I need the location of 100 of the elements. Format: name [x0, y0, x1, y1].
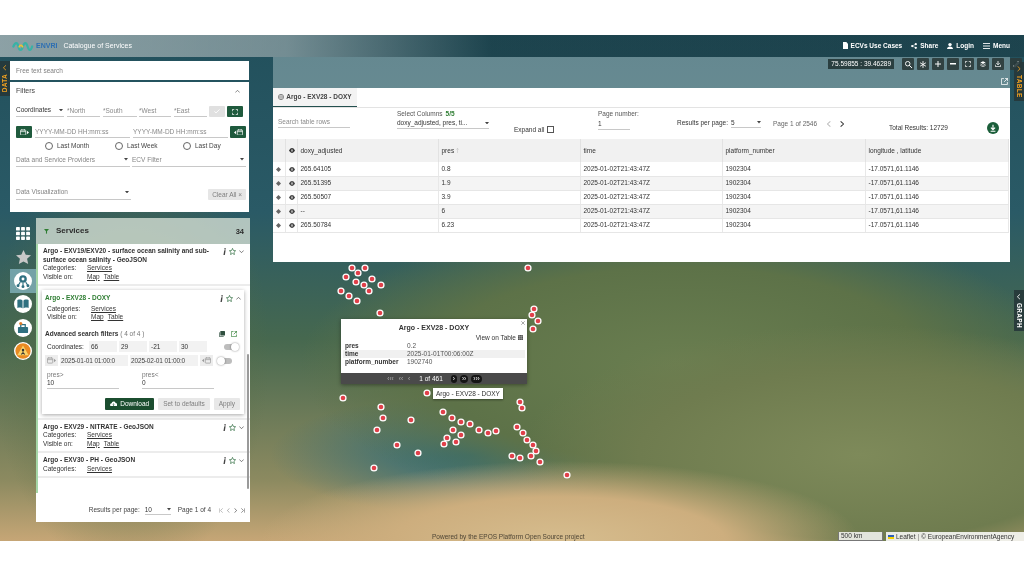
- map-marker-icon[interactable]: [373, 426, 381, 434]
- map-marker-icon[interactable]: [527, 452, 535, 460]
- map-marker-icon[interactable]: [529, 325, 537, 333]
- diamond-icon[interactable]: [276, 194, 281, 200]
- map-marker-icon[interactable]: [523, 436, 531, 444]
- fullscreen-button[interactable]: [962, 58, 974, 70]
- map-marker-icon[interactable]: [492, 427, 500, 435]
- layers-button[interactable]: [977, 58, 989, 70]
- star-icon[interactable]: [226, 295, 233, 302]
- map-marker-icon[interactable]: [466, 420, 474, 428]
- map-marker-icon[interactable]: [532, 447, 540, 455]
- toggle-switch[interactable]: [224, 343, 238, 350]
- eye-icon[interactable]: [288, 194, 295, 200]
- map-marker-icon[interactable]: [536, 458, 544, 466]
- map-marker-icon[interactable]: [354, 269, 362, 277]
- map-marker-icon[interactable]: [352, 278, 360, 286]
- map-marker-icon[interactable]: [368, 275, 376, 283]
- table-icon[interactable]: [518, 335, 523, 340]
- map-marker-icon[interactable]: [516, 454, 524, 462]
- map-marker-icon[interactable]: [443, 434, 451, 442]
- snowflake-button[interactable]: [917, 58, 929, 70]
- chevron-right-icon[interactable]: [840, 121, 844, 128]
- map-marker-icon[interactable]: [448, 414, 456, 422]
- map-marker-icon[interactable]: [365, 287, 373, 295]
- map-marker-icon[interactable]: [528, 311, 536, 319]
- diamond-icon[interactable]: [276, 208, 281, 214]
- calendar-button[interactable]: [230, 126, 246, 138]
- diamond-icon[interactable]: [276, 222, 281, 228]
- star-icon[interactable]: [15, 250, 31, 265]
- info-icon[interactable]: [223, 423, 226, 431]
- zoom-out-button[interactable]: [947, 58, 959, 70]
- map-marker-icon[interactable]: [337, 287, 345, 295]
- eye-icon[interactable]: [288, 180, 295, 186]
- stack-icon[interactable]: [219, 331, 225, 337]
- search-button[interactable]: [902, 58, 914, 70]
- map-marker-icon[interactable]: [339, 394, 347, 402]
- map-marker-icon[interactable]: [530, 305, 538, 313]
- eye-icon[interactable]: [288, 148, 295, 154]
- toolbox-icon[interactable]: [14, 318, 32, 337]
- map-marker-icon[interactable]: [423, 389, 431, 397]
- map-marker-icon[interactable]: [516, 398, 524, 406]
- sidebar-button[interactable]: [10, 269, 36, 293]
- map-marker-icon[interactable]: [513, 423, 521, 431]
- map-marker-icon[interactable]: [348, 264, 356, 272]
- diamond-icon[interactable]: [276, 166, 281, 172]
- download-button[interactable]: [992, 58, 1004, 70]
- info-icon[interactable]: [223, 248, 226, 255]
- calendar-button[interactable]: [16, 126, 32, 138]
- map-marker-icon[interactable]: [379, 414, 387, 422]
- info-icon[interactable]: [223, 457, 226, 464]
- last-page-icon[interactable]: [241, 507, 245, 513]
- eye-icon[interactable]: [288, 222, 295, 228]
- chevron-up-icon[interactable]: [236, 297, 241, 300]
- expand-all-checkbox[interactable]: [547, 126, 555, 134]
- map-marker-icon[interactable]: [440, 440, 448, 448]
- map-marker-icon[interactable]: [407, 416, 415, 424]
- map-marker-icon[interactable]: [529, 441, 537, 449]
- map-marker-icon[interactable]: [534, 317, 542, 325]
- external-link-icon[interactable]: [231, 331, 237, 337]
- map-marker-icon[interactable]: [449, 426, 457, 434]
- map-marker-icon[interactable]: [457, 431, 465, 439]
- map-marker-icon[interactable]: [439, 408, 447, 416]
- map-marker-icon[interactable]: [393, 441, 401, 449]
- star-icon[interactable]: [229, 457, 236, 464]
- map-marker-icon[interactable]: [361, 264, 369, 272]
- download-icon[interactable]: [987, 122, 999, 134]
- info-icon[interactable]: [220, 295, 223, 302]
- map-marker-icon[interactable]: [377, 403, 385, 411]
- chevron-down-icon[interactable]: [239, 459, 244, 462]
- chevron-up-icon[interactable]: [235, 89, 240, 93]
- diamond-icon[interactable]: [276, 180, 281, 186]
- star-icon[interactable]: [229, 248, 236, 255]
- chevron-right-icon[interactable]: [234, 507, 237, 513]
- worker-sign-icon[interactable]: [14, 342, 32, 361]
- map-marker-icon[interactable]: [414, 449, 422, 457]
- chevron-down-icon[interactable]: [239, 425, 244, 429]
- star-icon[interactable]: [229, 423, 236, 431]
- map-marker-icon[interactable]: [345, 292, 353, 300]
- map-marker-icon[interactable]: [360, 281, 368, 289]
- toggle-switch[interactable]: [218, 357, 232, 364]
- map-marker-icon[interactable]: [370, 464, 378, 472]
- corners-button[interactable]: [227, 106, 243, 117]
- map-marker-icon[interactable]: [484, 429, 492, 437]
- map-marker-icon[interactable]: [475, 426, 483, 434]
- zoom-in-button[interactable]: [932, 58, 944, 70]
- map-marker-icon[interactable]: [508, 452, 516, 460]
- map-marker-icon[interactable]: [519, 429, 527, 437]
- map-marker-icon[interactable]: [353, 297, 361, 305]
- map-marker-icon[interactable]: [524, 264, 532, 272]
- map-marker-icon[interactable]: [457, 418, 465, 426]
- eye-icon[interactable]: [288, 208, 295, 214]
- book-icon[interactable]: [14, 295, 32, 314]
- map-marker-icon[interactable]: [376, 309, 384, 317]
- eye-icon[interactable]: [288, 166, 295, 172]
- chevron-down-icon[interactable]: [239, 250, 244, 253]
- map-marker-icon[interactable]: [452, 438, 460, 446]
- map-marker-icon[interactable]: [563, 471, 571, 479]
- grid-icon[interactable]: [16, 227, 30, 241]
- map-marker-icon[interactable]: [377, 281, 385, 289]
- map-marker-icon[interactable]: [342, 273, 350, 281]
